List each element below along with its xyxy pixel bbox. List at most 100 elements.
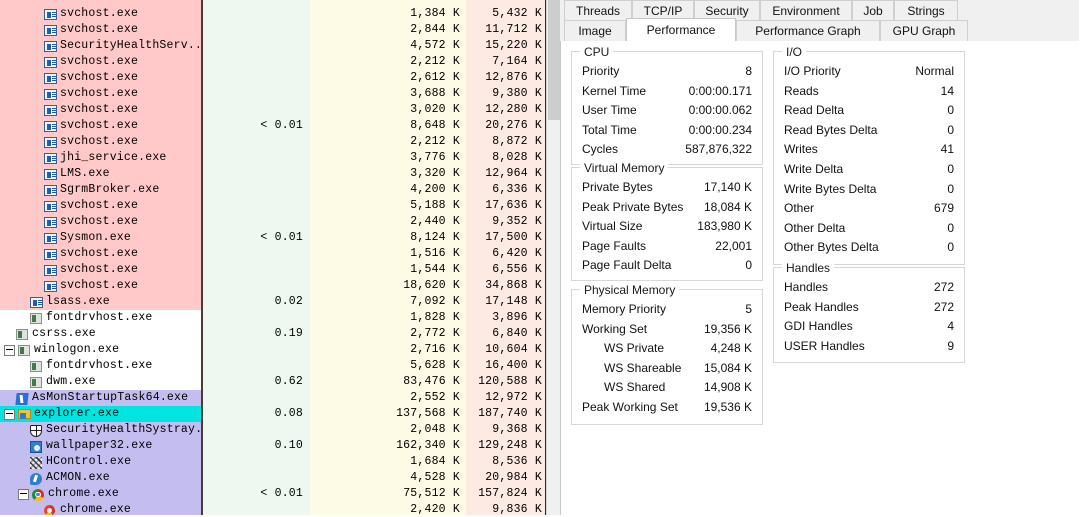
system-icon: [18, 344, 31, 357]
property-row: Writes 41: [784, 139, 954, 159]
table-row[interactable]: winlogon.exe 2,716 K 10,604 K: [0, 342, 546, 358]
process-name-cell[interactable]: Sysmon.exe: [0, 230, 201, 246]
process-name-label: wallpaper32.exe: [46, 439, 153, 452]
process-name-cell[interactable]: explorer.exe: [0, 406, 201, 422]
table-row[interactable]: svchost.exe 1,516 K 6,420 K: [0, 246, 546, 262]
process-name-cell[interactable]: svchost.exe: [0, 214, 201, 230]
property-value: 0: [745, 258, 752, 273]
table-row[interactable]: svchost.exe 5,188 K 17,636 K: [0, 198, 546, 214]
process-name-cell[interactable]: wallpaper32.exe: [0, 438, 201, 454]
process-name-cell[interactable]: dwm.exe: [0, 374, 201, 390]
property-value: 0: [947, 181, 954, 196]
table-row[interactable]: fontdrvhost.exe 1,828 K 3,896 K: [0, 310, 546, 326]
tab-environment[interactable]: Environment: [760, 0, 852, 21]
table-row[interactable]: jhi_service.exe 3,776 K 8,028 K: [0, 150, 546, 166]
process-name-cell[interactable]: jhi_service.exe: [0, 150, 201, 166]
process-name-cell[interactable]: HControl.exe: [0, 454, 201, 470]
process-name-cell[interactable]: ACMON.exe: [0, 470, 201, 486]
tab-performance-graph[interactable]: Performance Graph: [736, 20, 880, 41]
table-row[interactable]: SecurityHealthServ... 4,572 K 15,220 K: [0, 38, 546, 54]
process-name-cell[interactable]: svchost.exe: [0, 246, 201, 262]
tab-strings[interactable]: Strings: [894, 0, 958, 21]
process-name-cell[interactable]: fontdrvhost.exe: [0, 310, 201, 326]
table-row[interactable]: SecurityHealthSystray... 2,048 K 9,368 K: [0, 422, 546, 438]
table-row[interactable]: lsass.exe 0.02 7,092 K 17,148 K: [0, 294, 546, 310]
process-name-cell[interactable]: svchost.exe: [0, 134, 201, 150]
table-row[interactable]: svchost.exe < 0.01 8,648 K 20,276 K: [0, 118, 546, 134]
process-name-cell[interactable]: SgrmBroker.exe: [0, 182, 201, 198]
table-row[interactable]: svchost.exe 18,620 K 34,868 K: [0, 278, 546, 294]
table-row[interactable]: svchost.exe 2,212 K 8,872 K: [0, 134, 546, 150]
table-row[interactable]: SgrmBroker.exe 4,200 K 6,336 K: [0, 182, 546, 198]
process-name-cell[interactable]: chrome.exe: [0, 486, 201, 502]
working-set-cell: 20,276 K: [485, 119, 542, 132]
process-name-cell[interactable]: svchost.exe: [0, 70, 201, 86]
table-row[interactable]: svchost.exe 2,440 K 9,352 K: [0, 214, 546, 230]
process-name-cell[interactable]: winlogon.exe: [0, 342, 201, 358]
system-icon: [16, 328, 29, 341]
table-row[interactable]: fontdrvhost.exe 5,628 K 16,400 K: [0, 358, 546, 374]
private-bytes-cell: 5,628 K: [410, 359, 460, 372]
process-name-cell[interactable]: lsass.exe: [0, 294, 201, 310]
process-name-cell[interactable]: LMS.exe: [0, 166, 201, 182]
table-row[interactable]: svchost.exe 3,688 K 9,380 K: [0, 86, 546, 102]
process-rows[interactable]: svchost.exe 1,384 K 5,432 K svchost.exe 2,84…: [0, 6, 546, 517]
process-name-cell[interactable]: svchost.exe: [0, 262, 201, 278]
table-row[interactable]: LMS.exe 3,320 K 12,964 K: [0, 166, 546, 182]
table-row[interactable]: wallpaper32.exe 0.10 162,340 K 129,248 K: [0, 438, 546, 454]
table-row[interactable]: svchost.exe 2,844 K 11,712 K: [0, 22, 546, 38]
process-name-cell[interactable]: svchost.exe: [0, 278, 201, 294]
process-name-cell[interactable]: svchost.exe: [0, 22, 201, 38]
property-row: Page Fault Delta 0: [582, 255, 752, 275]
process-name-cell[interactable]: svchost.exe: [0, 54, 201, 70]
property-value: 0: [947, 240, 954, 255]
collapse-toggle-icon[interactable]: [4, 408, 15, 420]
service-icon: [44, 8, 57, 21]
process-list-scrollbar[interactable]: [546, 0, 561, 517]
scrollbar-thumb[interactable]: [548, 0, 560, 120]
working-set-cell: 12,964 K: [485, 167, 542, 180]
tab-row-lower[interactable]: Image Performance Performance Graph GPU Gra…: [560, 18, 1086, 41]
table-row[interactable]: Sysmon.exe < 0.01 8,124 K 17,500 K: [0, 230, 546, 246]
dialog-tabstrip[interactable]: Threads TCP/IP Security Environment Job Strin…: [560, 0, 1086, 42]
tab-threads[interactable]: Threads: [564, 0, 632, 21]
table-row[interactable]: svchost.exe 2,212 K 7,164 K: [0, 54, 546, 70]
process-name-cell[interactable]: svchost.exe: [0, 102, 201, 118]
process-name-cell[interactable]: svchost.exe: [0, 6, 201, 22]
process-list[interactable]: svchost.exe 1,384 K 5,432 K svchost.exe 2,84…: [0, 0, 546, 517]
collapse-toggle-icon[interactable]: [18, 488, 29, 500]
tab-gpu-graph[interactable]: GPU Graph: [880, 20, 968, 41]
table-row[interactable]: explorer.exe 0.08 137,568 K 187,740 K: [0, 406, 546, 422]
process-name-cell[interactable]: svchost.exe: [0, 198, 201, 214]
process-name-cell[interactable]: SecurityHealthSystray...: [0, 422, 201, 438]
table-row[interactable]: chrome.exe < 0.01 75,512 K 157,824 K: [0, 486, 546, 502]
table-row[interactable]: csrss.exe 0.19 2,772 K 6,840 K: [0, 326, 546, 342]
process-name-cell[interactable]: csrss.exe: [0, 326, 201, 342]
process-name-cell[interactable]: fontdrvhost.exe: [0, 358, 201, 374]
table-row[interactable]: HControl.exe 1,684 K 8,536 K: [0, 454, 546, 470]
blue-app-icon: [15, 392, 29, 405]
table-row[interactable]: svchost.exe 2,612 K 12,876 K: [0, 70, 546, 86]
table-row[interactable]: svchost.exe 1,544 K 6,556 K: [0, 262, 546, 278]
table-row[interactable]: dwm.exe 0.62 83,476 K 120,588 K: [0, 374, 546, 390]
table-row[interactable]: ACMON.exe 4,528 K 20,984 K: [0, 470, 546, 486]
process-name-cell[interactable]: svchost.exe: [0, 86, 201, 102]
process-name-cell[interactable]: svchost.exe: [0, 118, 201, 134]
private-bytes-cell: 1,828 K: [410, 311, 460, 324]
tab-job[interactable]: Job: [852, 0, 894, 21]
tab-image[interactable]: Image: [564, 20, 626, 41]
property-label: Read Bytes Delta: [784, 122, 878, 137]
process-name-cell[interactable]: SecurityHealthServ...: [0, 38, 201, 54]
property-row: Write Delta 0: [784, 159, 954, 179]
table-row[interactable]: AsMonStartupTask64.exe 2,552 K 12,972 K: [0, 390, 546, 406]
collapse-toggle-icon[interactable]: [4, 344, 15, 356]
table-row[interactable]: svchost.exe 3,020 K 12,280 K: [0, 102, 546, 118]
process-name-cell[interactable]: AsMonStartupTask64.exe: [0, 390, 201, 406]
table-row[interactable]: svchost.exe 1,384 K 5,432 K: [0, 6, 546, 22]
tab-performance[interactable]: Performance: [626, 18, 736, 41]
group-cpu: CPU Priority 8 Kernel Time 0:00:00.171 User …: [571, 45, 763, 165]
group-io-title: I/O: [782, 45, 807, 59]
